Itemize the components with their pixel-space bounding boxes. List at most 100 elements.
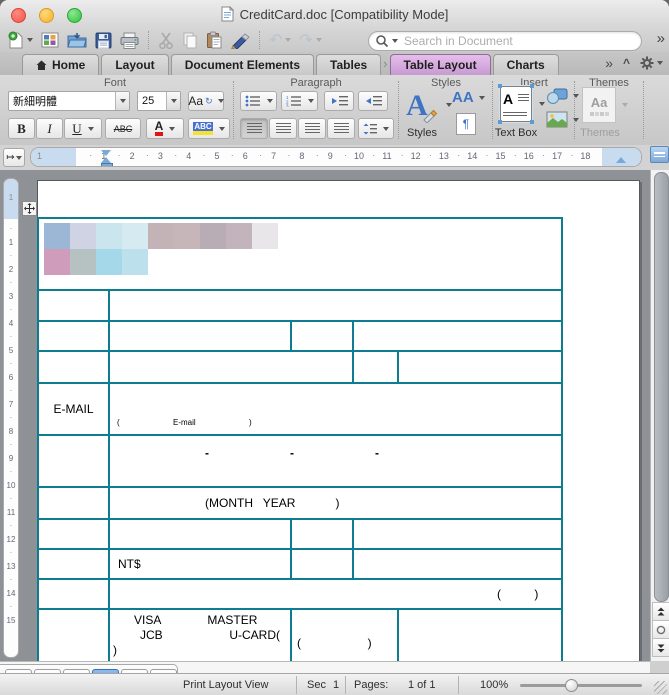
tab-table-layout[interactable]: Table Layout [389,54,491,75]
new-document-button[interactable] [8,31,33,49]
ribbon-settings-button[interactable] [640,56,663,70]
styles-button[interactable]: A [402,85,442,127]
browse-object-button[interactable] [652,620,669,639]
text-effects-button[interactable]: AA [452,89,485,106]
underline-button[interactable]: U [64,118,102,139]
table-cell[interactable] [39,322,110,350]
amount-cell[interactable]: NT$ [110,550,292,578]
table-cell[interactable] [39,436,110,486]
table-row[interactable]: E-MAIL ( E-mail ) [39,384,561,436]
tab-stop-selector[interactable]: ↦ [3,148,25,167]
search-input[interactable]: Search in Document [368,31,642,51]
email-label-cell[interactable]: E-MAIL [39,384,110,434]
ribbon: Font Paragraph Styles Insert Themes 新細明體… [0,75,669,146]
card-type-cell[interactable]: VISA MASTER JCB U-CARD( ) [110,610,292,661]
zoom-slider-knob[interactable] [565,679,578,692]
vertical-ruler[interactable]: 1 1 · 2 · 3 · 4 · 5 · 6 · 7 · 8 · 9 · 10 · 11 · 12 · 13 · 14 · 15 · [3,178,19,658]
table-cell[interactable] [39,610,110,661]
browse-next-button[interactable] [652,638,669,657]
table-cell[interactable] [39,352,110,382]
increase-indent-button[interactable] [358,91,388,111]
highlight-button[interactable]: ABC [188,118,230,139]
tab-layout[interactable]: Layout [101,54,169,75]
tab-tables[interactable]: Tables [316,54,382,75]
align-center-button[interactable] [269,118,297,139]
bold-button[interactable]: B [8,118,35,139]
table-cell[interactable] [39,291,110,320]
italic-button[interactable]: I [36,118,63,139]
table-row[interactable]: NT$ [39,550,561,580]
tab-overflow-button[interactable]: » [605,55,613,71]
right-indent-marker[interactable] [616,157,626,163]
table-cell[interactable] [110,352,354,382]
align-right-button[interactable] [298,118,326,139]
style-pane-button[interactable]: ¶ [456,113,476,135]
justify-button[interactable] [327,118,355,139]
table-cell[interactable] [292,520,354,548]
table-cell[interactable] [110,520,292,548]
table-cell[interactable] [292,322,354,350]
tab-home[interactable]: Home [22,54,100,75]
picture-button[interactable] [546,111,579,128]
vertical-scrollbar-thumb[interactable] [653,172,669,602]
left-indent-marker[interactable] [101,163,113,166]
save-button[interactable] [95,32,112,49]
table-cell[interactable] [39,550,110,578]
table-move-handle[interactable] [22,201,37,216]
table-cell[interactable] [110,322,292,350]
redacted-block [70,223,96,249]
gallery-button[interactable] [41,32,59,48]
bullets-button[interactable] [240,91,277,111]
split-view-button[interactable] [650,146,669,163]
font-color-button[interactable]: A [146,118,184,139]
table-row[interactable] [39,291,561,322]
redacted-block [96,249,122,275]
format-painter-button[interactable] [230,32,250,49]
chevron-down-icon [170,99,177,103]
table-cell[interactable] [39,520,110,548]
paste-button[interactable] [206,31,222,49]
numbering-button[interactable]: 123 [281,91,318,111]
table-row[interactable]: VISA MASTER JCB U-CARD( ) ( ) [39,610,561,661]
table-cell[interactable] [292,550,354,578]
align-left-button[interactable] [240,118,268,139]
table-cell[interactable] [39,488,110,518]
table-row[interactable] [39,520,561,550]
ribbon-collapse-button[interactable]: ^ [623,56,630,70]
vertical-scrollbar[interactable] [650,170,669,661]
tab-document-elements[interactable]: Document Elements [170,54,315,75]
horizontal-ruler[interactable]: 1 1 · 2 · 3 · 4 · 5 · 6 · 7 · 8 · 9 · 10 · 11 · 12 · 13 · 14 · 15 · 16… [30,147,642,167]
shapes-button[interactable] [546,87,579,105]
table-row[interactable] [39,352,561,384]
ruler-number: 17 [552,151,563,161]
chevron-down-icon [217,99,224,103]
change-case-button[interactable]: Aa ↻ [188,91,224,111]
ruler-tick: · [570,150,574,160]
text-box-button[interactable]: A [498,84,534,124]
table-row[interactable] [39,322,561,352]
section-value: 1 [333,679,340,691]
table-row[interactable] [39,219,561,291]
month-year-text: (MONTH YEAR ) [205,496,340,510]
table-row[interactable]: ( ) [39,580,561,610]
table-cell[interactable] [39,580,110,608]
browse-previous-button[interactable] [652,602,669,621]
toolbar-overflow-button[interactable]: » [657,30,665,47]
zoom-slider[interactable] [520,684,642,687]
table-cell[interactable] [354,352,399,382]
ruler-tick: · [9,305,13,314]
open-button[interactable] [67,32,87,48]
resize-grip[interactable] [654,681,667,694]
tab-charts[interactable]: Charts [492,54,559,75]
font-size-select[interactable]: 25 [137,91,181,111]
credit-card-table: E-MAIL ( E-mail ) - - - (MONTH YEAR) NT… [37,217,563,661]
decrease-indent-button[interactable] [324,91,354,111]
first-line-indent-marker[interactable] [101,150,111,156]
line-spacing-button[interactable] [358,118,394,139]
print-button[interactable] [120,32,139,49]
table-cell[interactable]: ( ) [292,610,399,661]
strikethrough-button[interactable]: ABC [105,118,141,139]
table-row[interactable]: - - - [39,436,561,488]
font-name-select[interactable]: 新細明體 [8,91,130,111]
table-row[interactable]: (MONTH YEAR ) [39,488,561,520]
